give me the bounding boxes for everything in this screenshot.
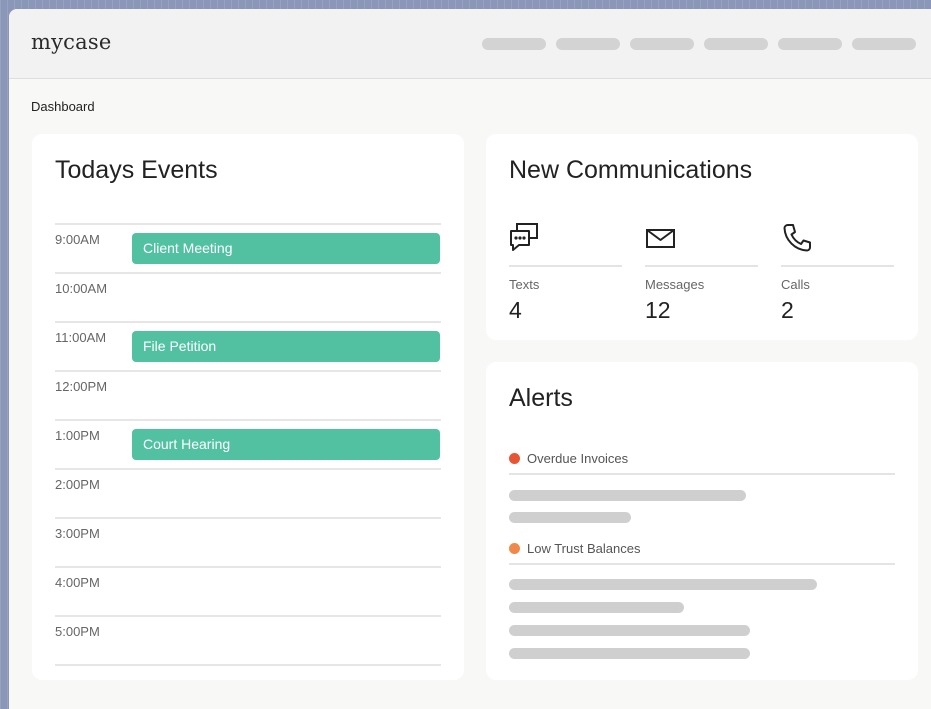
comm-divider	[509, 265, 622, 267]
nav-item-placeholder[interactable]	[556, 38, 620, 50]
comm-count: 2	[781, 297, 794, 323]
comm-divider	[645, 265, 758, 267]
time-slot: 5:00PM	[55, 615, 441, 666]
phone-icon	[783, 224, 811, 252]
time-slot: 2:00PM	[55, 468, 441, 517]
alert-divider	[509, 563, 895, 565]
time-slot: 12:00PM	[55, 370, 441, 419]
orange-status-dot	[509, 543, 520, 554]
comm-label: Messages	[645, 277, 705, 292]
comm-label: Texts	[509, 277, 540, 292]
alert-low-trust-balances[interactable]: Low Trust Balances	[509, 541, 640, 556]
placeholder-line	[509, 648, 750, 659]
envelope-icon	[646, 229, 675, 248]
new-communications-card: New Communications Texts 4 Messages 12 C…	[486, 134, 918, 340]
slot-time: 5:00PM	[55, 624, 100, 639]
events-timeline: 9:00AM Client Meeting 10:00AM 11:00AM Fi…	[55, 223, 441, 666]
nav-item-placeholder[interactable]	[852, 38, 916, 50]
chat-bubbles-icon	[510, 223, 538, 251]
alerts-title: Alerts	[509, 384, 573, 412]
nav-item-placeholder[interactable]	[704, 38, 768, 50]
event-client-meeting[interactable]: Client Meeting	[132, 233, 440, 264]
comm-count: 4	[509, 297, 522, 323]
placeholder-line	[509, 490, 746, 501]
top-nav	[482, 38, 916, 50]
time-slot: 10:00AM	[55, 272, 441, 321]
nav-item-placeholder[interactable]	[630, 38, 694, 50]
comm-texts[interactable]: Texts 4	[509, 222, 622, 324]
alert-label: Overdue Invoices	[527, 451, 629, 466]
placeholder-line	[509, 512, 631, 523]
comm-label: Calls	[781, 277, 810, 292]
slot-time: 1:00PM	[55, 428, 100, 443]
breadcrumb[interactable]: Dashboard	[31, 99, 95, 114]
time-slot: 3:00PM	[55, 517, 441, 566]
placeholder-line	[509, 579, 817, 590]
slot-time: 4:00PM	[55, 575, 100, 590]
time-slot: 11:00AM File Petition	[55, 321, 441, 370]
slot-time: 11:00AM	[55, 330, 107, 345]
nav-item-placeholder[interactable]	[482, 38, 546, 50]
slot-time: 3:00PM	[55, 526, 100, 541]
nav-item-placeholder[interactable]	[778, 38, 842, 50]
comm-messages[interactable]: Messages 12	[645, 222, 758, 324]
slot-time: 9:00AM	[55, 232, 100, 247]
top-header: mycase	[9, 9, 931, 79]
slot-time: 12:00PM	[55, 379, 108, 394]
placeholder-line	[509, 602, 684, 613]
todays-events-card: Todays Events 9:00AM Client Meeting 10:0…	[32, 134, 464, 680]
events-title: Todays Events	[55, 156, 218, 184]
alert-divider	[509, 473, 895, 475]
time-slot: 9:00AM Client Meeting	[55, 223, 441, 272]
slot-time: 10:00AM	[55, 281, 108, 296]
red-status-dot	[509, 453, 520, 464]
app-window: mycase Dashboard Todays Events 9:00AM Cl…	[9, 9, 931, 709]
event-court-hearing[interactable]: Court Hearing	[132, 429, 440, 460]
communications-title: New Communications	[509, 156, 753, 184]
mycase-logo[interactable]: mycase	[31, 30, 111, 54]
placeholder-line	[509, 625, 750, 636]
comm-count: 12	[645, 297, 671, 323]
comm-divider	[781, 265, 894, 267]
alert-label: Low Trust Balances	[527, 541, 641, 556]
comm-calls[interactable]: Calls 2	[781, 222, 894, 324]
time-slot: 1:00PM Court Hearing	[55, 419, 441, 468]
slot-time: 2:00PM	[55, 477, 100, 492]
event-file-petition[interactable]: File Petition	[132, 331, 440, 362]
time-slot: 4:00PM	[55, 566, 441, 615]
alert-overdue-invoices[interactable]: Overdue Invoices	[509, 451, 628, 466]
alerts-card: Alerts Overdue Invoices Low Trust Balanc…	[486, 362, 918, 680]
